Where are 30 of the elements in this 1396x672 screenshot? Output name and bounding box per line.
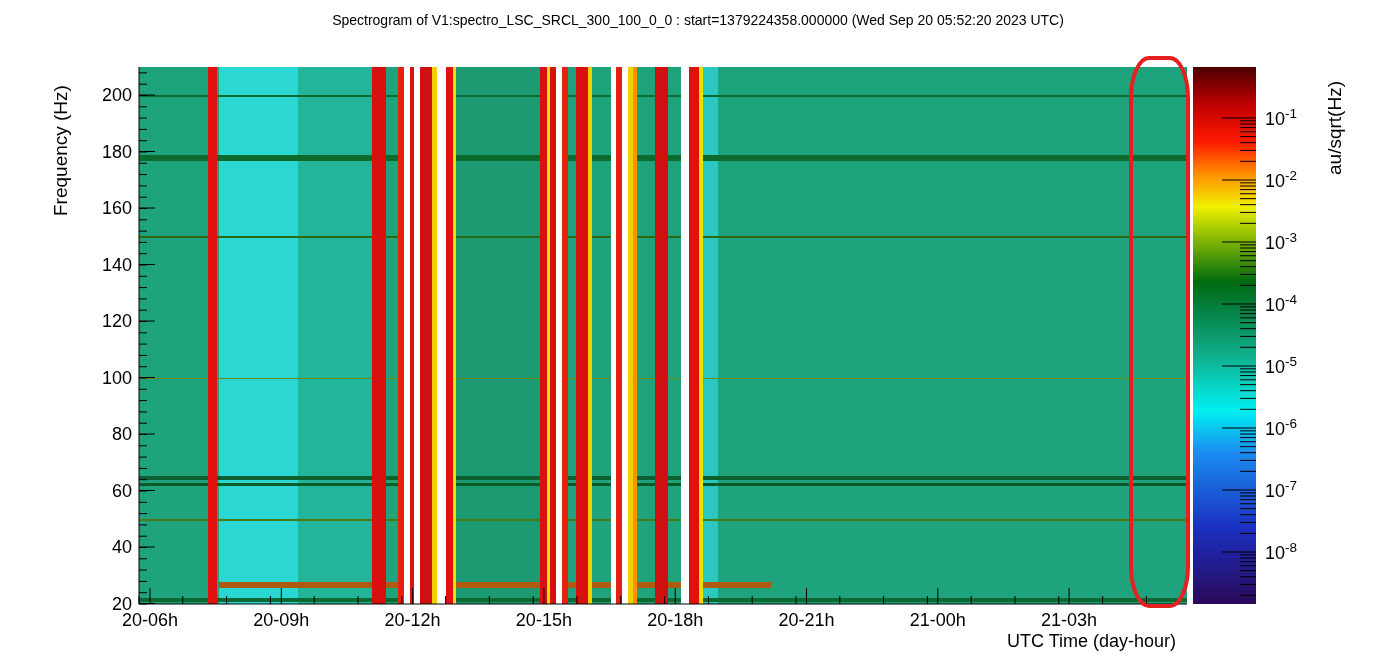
y-tick-label: 140 <box>101 255 132 274</box>
x-tick-label: 20-18h <box>647 611 704 629</box>
x-tick-label: 20-09h <box>253 611 310 629</box>
x-tick-label: 20-12h <box>384 611 441 629</box>
y-tick-label: 120 <box>101 312 132 330</box>
x-tick-label: 20-06h <box>121 611 179 629</box>
y-tick-label: 80 <box>111 425 132 443</box>
y-tick-label: 200 <box>101 86 132 104</box>
x-tick-label: 20-21h <box>778 611 835 629</box>
y-axis-label: Frequency (Hz) <box>51 85 70 216</box>
y-tick-label: 180 <box>101 142 132 161</box>
colorbar-tick-label: 10$^{-2}$ <box>1265 172 1298 190</box>
x-axis-label: UTC Time (day-hour) <box>1006 632 1176 650</box>
colorbar-tick-label: 10$^{-1}$ <box>1265 110 1298 128</box>
y-tick-label: 20 <box>111 594 132 613</box>
chart-title: Spectrogram of V1:spectro_LSC_SRCL_300_100_0_0 : start=1379224358.000000 (Wed Sep 20 05:52:20 2023 UTC) <box>332 13 1064 27</box>
colorbar-label: au/sqrt(Hz) <box>1325 81 1344 175</box>
colorbar-tick-label: 10$^{-5}$ <box>1265 358 1298 376</box>
colorbar-tick-label: 10$^{-6}$ <box>1265 420 1298 438</box>
colorbar-tick-label: 10$^{-4}$ <box>1265 296 1298 314</box>
y-tick-label: 40 <box>111 538 132 556</box>
x-tick-label: 21-00h <box>909 611 966 629</box>
colorbar-tick-label: 10$^{-8}$ <box>1265 544 1298 562</box>
x-tick-label: 21-03h <box>1041 611 1098 629</box>
y-tick-label: 100 <box>101 368 132 387</box>
colorbar-tick-label: 10$^{-7}$ <box>1265 482 1298 500</box>
colorbar-tick-label: 10$^{-3}$ <box>1265 234 1298 252</box>
y-tick-label: 60 <box>111 481 132 500</box>
x-tick-label: 20-15h <box>515 611 572 629</box>
y-tick-label: 160 <box>101 199 132 217</box>
